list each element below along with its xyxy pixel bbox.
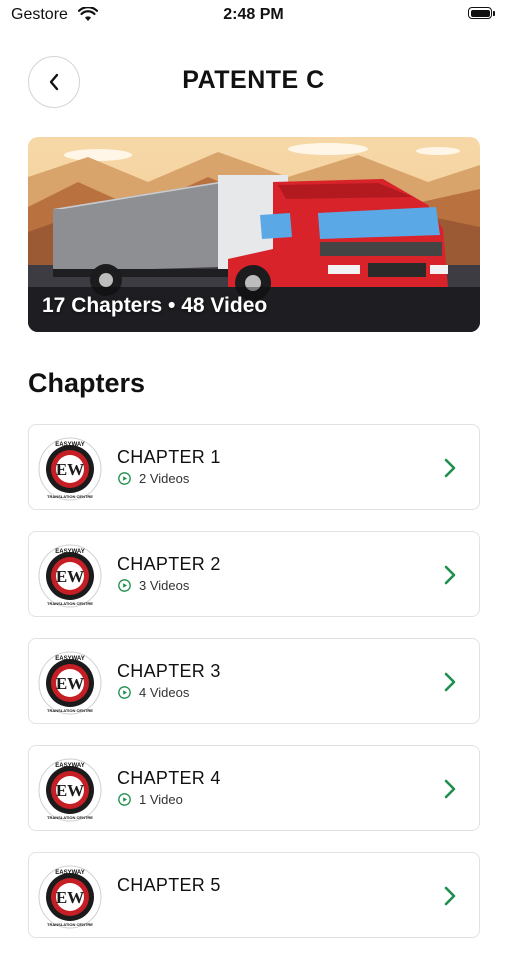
- logo-bottom-text: TRANSLATION CENTRE: [47, 494, 93, 499]
- chapter-card-5[interactable]: EW EASYWAY TRANSLATION CENTRE CHAPTER 5: [28, 852, 480, 938]
- chapter-card-2[interactable]: EW EASYWAY TRANSLATION CENTRE CHAPTER 2 …: [28, 531, 480, 617]
- chapter-title: CHAPTER 1: [117, 447, 221, 467]
- page-title: PATENTE C: [182, 66, 325, 94]
- logo-mark: EW: [56, 460, 84, 479]
- chevron-right-icon: [444, 886, 456, 906]
- video-count: 1 Video: [139, 792, 183, 807]
- logo-top-text: EASYWAY: [55, 442, 84, 448]
- chevron-right-icon: [444, 458, 456, 478]
- logo-mark: EW: [56, 567, 84, 586]
- logo-bottom-text: TRANSLATION CENTRE: [47, 922, 93, 927]
- easyway-logo: EW EASYWAY TRANSLATION CENTRE: [38, 758, 102, 822]
- easyway-logo: EW EASYWAY TRANSLATION CENTRE: [38, 437, 102, 501]
- easyway-logo: EW EASYWAY TRANSLATION CENTRE: [38, 544, 102, 608]
- video-count: 4 Videos: [139, 685, 190, 700]
- chevron-right-icon: [444, 565, 456, 585]
- clock: 2:48 PM: [223, 6, 284, 23]
- video-count: 3 Videos: [139, 578, 190, 593]
- banner-caption: 17 Chapters • 48 Video: [42, 294, 268, 317]
- logo-top-text: EASYWAY: [55, 549, 84, 555]
- play-icon: [118, 793, 131, 806]
- course-banner: 17 Chapters • 48 Video: [28, 137, 480, 332]
- chapter-title: CHAPTER 2: [117, 554, 221, 574]
- easyway-logo: EW EASYWAY TRANSLATION CENTRE: [38, 651, 102, 715]
- chapter-list: EW EASYWAY TRANSLATION CENTRE CHAPTER 1 …: [28, 424, 480, 959]
- logo-mark: EW: [56, 781, 84, 800]
- logo-mark: EW: [56, 674, 84, 693]
- logo-mark: EW: [56, 888, 84, 907]
- play-icon: [118, 686, 131, 699]
- chapter-card-4[interactable]: EW EASYWAY TRANSLATION CENTRE CHAPTER 4 …: [28, 745, 480, 831]
- logo-bottom-text: TRANSLATION CENTRE: [47, 815, 93, 820]
- chapter-card-1[interactable]: EW EASYWAY TRANSLATION CENTRE CHAPTER 1 …: [28, 424, 480, 510]
- chevron-right-icon: [444, 779, 456, 799]
- logo-bottom-text: TRANSLATION CENTRE: [47, 601, 93, 606]
- chapter-title: CHAPTER 4: [117, 768, 221, 788]
- chevron-right-icon: [444, 672, 456, 692]
- chapter-title: CHAPTER 3: [117, 661, 221, 681]
- status-bar: Gestore 2:48 PM: [0, 0, 507, 32]
- section-title: Chapters: [28, 368, 146, 398]
- easyway-logo: EW EASYWAY TRANSLATION CENTRE: [38, 865, 102, 929]
- logo-top-text: EASYWAY: [55, 870, 84, 876]
- logo-top-text: EASYWAY: [55, 763, 84, 769]
- logo-top-text: EASYWAY: [55, 656, 84, 662]
- video-count: 2 Videos: [139, 471, 190, 486]
- logo-bottom-text: TRANSLATION CENTRE: [47, 708, 93, 713]
- chapter-title: CHAPTER 5: [117, 875, 221, 895]
- header: PATENTE C: [0, 52, 507, 112]
- battery-icon: [468, 7, 496, 21]
- chapter-card-3[interactable]: EW EASYWAY TRANSLATION CENTRE CHAPTER 3 …: [28, 638, 480, 724]
- play-icon: [118, 472, 131, 485]
- play-icon: [118, 579, 131, 592]
